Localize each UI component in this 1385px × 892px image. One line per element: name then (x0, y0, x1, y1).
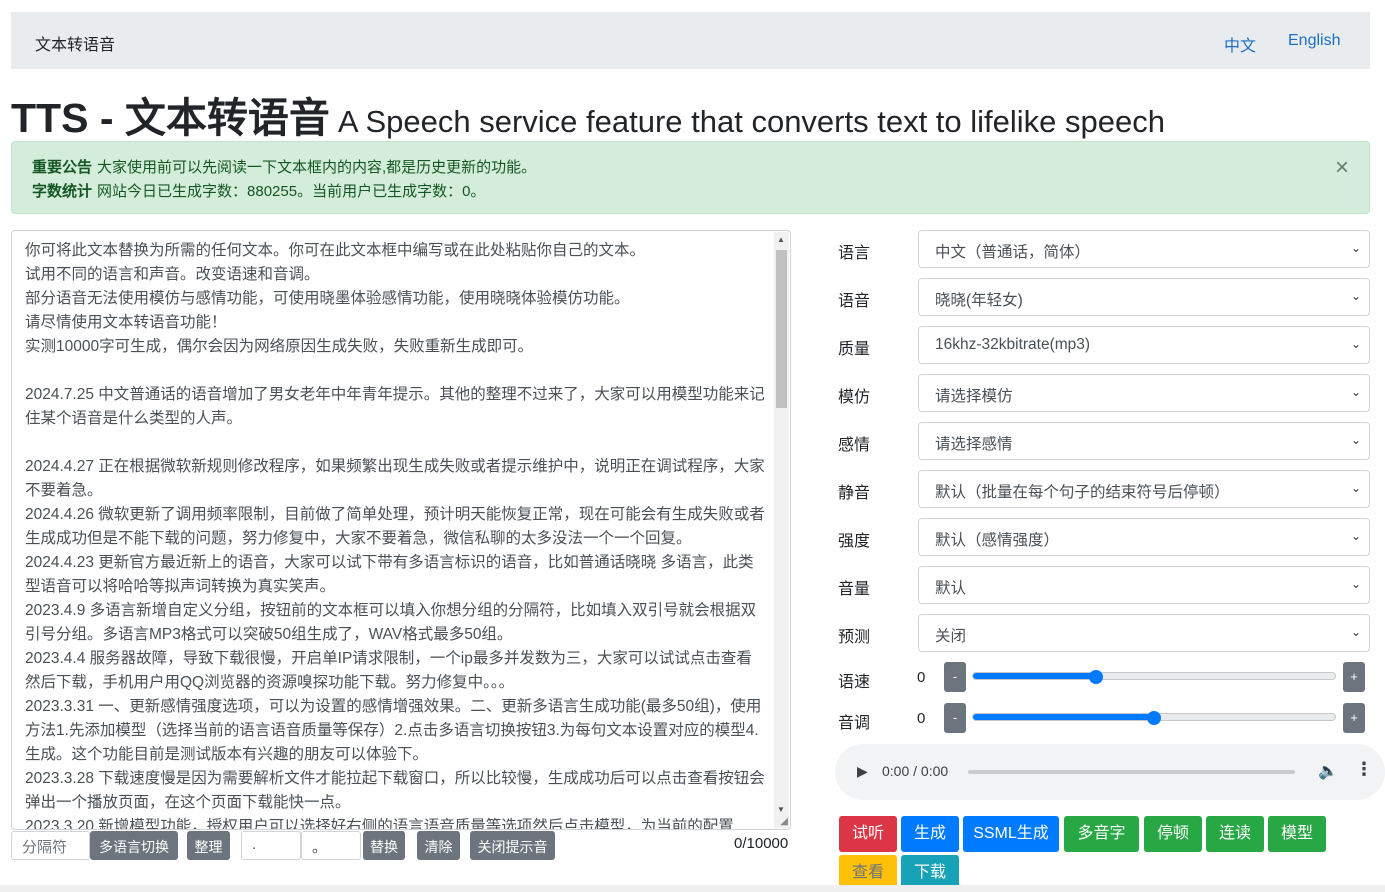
quality-select-value: 16khz-32kbitrate(mp3) (935, 336, 1091, 353)
model-button[interactable]: 模型 (1268, 816, 1326, 852)
language-label: 语言 (838, 245, 871, 262)
voice-label: 语音 (838, 293, 871, 310)
resize-grip-icon[interactable]: ◢ (780, 816, 788, 827)
audio-time: 0:00 / 0:00 (882, 763, 949, 779)
alert-close-button[interactable]: × (1335, 156, 1349, 180)
alert-stats-row: 字数统计 网站今日已生成字数：880255。当前用户已生成字数：0。 (32, 180, 485, 201)
silence-label: 静音 (838, 485, 871, 502)
pitch-value: 0 (917, 710, 926, 727)
silence-select-value: 默认（批量在每个句子的结束符号后停顿） (935, 484, 1230, 501)
rate-slider[interactable] (972, 672, 1336, 680)
play-icon[interactable]: ▶ (857, 763, 868, 780)
page-bottom-edge (0, 885, 1385, 892)
predict-select-value: 关闭 (935, 628, 967, 645)
scroll-up-icon[interactable]: ▲ (777, 235, 785, 244)
ssml-generate-button[interactable]: SSML生成 (963, 816, 1059, 852)
separator-input[interactable]: 分隔符 (11, 831, 90, 860)
imitate-select[interactable]: 请选择模仿 ⌄ (918, 374, 1370, 412)
volume-label: 音量 (838, 581, 871, 598)
chevron-down-icon: ⌄ (1350, 385, 1361, 399)
textarea-scrollbar[interactable]: ▲ ▼ (774, 232, 789, 828)
quality-select[interactable]: 16khz-32kbitrate(mp3) ⌄ (918, 326, 1370, 364)
pitch-slider-thumb[interactable] (1147, 711, 1161, 725)
quality-label: 质量 (838, 341, 871, 358)
scrollbar-thumb[interactable] (776, 250, 787, 408)
audio-progress-bar[interactable] (968, 770, 1295, 774)
pitch-increase-button[interactable]: + (1343, 703, 1365, 733)
navbar-brand[interactable]: 文本转语音 (35, 31, 115, 55)
more-vert-icon[interactable]: ⋮ (1355, 759, 1373, 780)
pitch-label: 音调 (838, 715, 871, 732)
nav-link-chinese[interactable]: 中文 (1224, 32, 1256, 56)
pause-button[interactable]: 停顿 (1144, 816, 1202, 852)
rate-decrease-button[interactable]: - (944, 662, 966, 692)
intensity-select-value: 默认（感情强度） (935, 532, 1060, 549)
chevron-down-icon: ⌄ (1350, 577, 1361, 591)
emotion-select[interactable]: 请选择感情 ⌄ (918, 422, 1370, 460)
text-content[interactable]: 你可将此文本替换为所需的任何文本。你可在此文本框中编写或在此处粘贴你自己的文本。… (25, 239, 765, 829)
multilang-toggle-button[interactable]: 多语言切换 (90, 831, 178, 860)
alert-announcement-row: 重要公告 大家使用前可以先阅读一下文本框内的内容,都是历史更新的功能。 (32, 156, 536, 177)
intensity-select[interactable]: 默认（感情强度） ⌄ (918, 518, 1370, 556)
language-select[interactable]: 中文（普通话，简体） ⌄ (918, 230, 1370, 268)
predict-select[interactable]: 关闭 ⌄ (918, 614, 1370, 652)
chevron-down-icon: ⌄ (1350, 625, 1361, 639)
replace-button[interactable]: 替换 (363, 831, 405, 860)
rate-slider-thumb[interactable] (1088, 670, 1103, 684)
intensity-label: 强度 (838, 533, 871, 550)
rate-slider-fill (973, 673, 1097, 679)
chevron-down-icon: ⌄ (1350, 529, 1361, 543)
nav-link-english[interactable]: English (1288, 32, 1340, 50)
volume-select-value: 默认 (935, 580, 967, 597)
text-input-area[interactable]: 你可将此文本替换为所需的任何文本。你可在此文本框中编写或在此处粘贴你自己的文本。… (11, 230, 791, 830)
chevron-down-icon: ⌄ (1350, 481, 1361, 495)
volume-icon[interactable]: 🔈 (1318, 761, 1338, 781)
pitch-slider-fill (973, 714, 1154, 720)
scroll-down-icon[interactable]: ▼ (777, 805, 785, 814)
alert-announcement-label: 重要公告 (32, 159, 93, 176)
tidy-button[interactable]: 整理 (187, 831, 230, 860)
chevron-down-icon: ⌄ (1350, 337, 1361, 351)
polyphone-button[interactable]: 多音字 (1064, 816, 1139, 852)
alert-stats-text: 网站今日已生成字数：880255。当前用户已生成字数：0。 (97, 183, 486, 200)
char-counter: 0/10000 (734, 835, 789, 852)
clear-button[interactable]: 清除 (417, 831, 460, 860)
language-select-value: 中文（普通话，简体） (935, 244, 1091, 261)
navbar: 文本转语音 中文 English (11, 12, 1370, 69)
alert-announcement-text: 大家使用前可以先阅读一下文本框内的内容,都是历史更新的功能。 (97, 159, 537, 176)
audio-player[interactable]: ▶ 0:00 / 0:00 🔈 ⋮ (835, 744, 1385, 800)
predict-label: 预测 (838, 629, 871, 646)
rate-value: 0 (917, 669, 926, 686)
emotion-select-value: 请选择感情 (935, 436, 1013, 453)
announcement-alert: 重要公告 大家使用前可以先阅读一下文本框内的内容,都是历史更新的功能。 字数统计网… (11, 141, 1370, 214)
page-title: TTS - 文本转语音 A Speech service feature that… (11, 84, 1165, 144)
imitate-select-value: 请选择模仿 (935, 388, 1013, 405)
imitate-label: 模仿 (838, 389, 871, 406)
chevron-down-icon: ⌄ (1350, 289, 1361, 303)
liaison-button[interactable]: 连读 (1206, 816, 1264, 852)
silence-select[interactable]: 默认（批量在每个句子的结束符号后停顿） ⌄ (918, 470, 1370, 508)
page-subtitle: A Speech service feature that converts t… (337, 104, 1165, 139)
rate-increase-button[interactable]: + (1343, 662, 1365, 692)
replace-to-input[interactable]: 。 (301, 831, 361, 860)
chevron-down-icon: ⌄ (1350, 241, 1361, 255)
alert-stats-label: 字数统计 (32, 183, 93, 200)
close-tip-sound-button[interactable]: 关闭提示音 (470, 831, 555, 860)
listen-button[interactable]: 试听 (839, 816, 897, 852)
emotion-label: 感情 (838, 437, 871, 454)
replace-from-input[interactable]: . (241, 831, 301, 860)
rate-label: 语速 (838, 674, 871, 691)
voice-select-value: 晓晓(年轻女) (935, 292, 1023, 309)
volume-select[interactable]: 默认 ⌄ (918, 566, 1370, 604)
pitch-decrease-button[interactable]: - (944, 703, 966, 733)
voice-select[interactable]: 晓晓(年轻女) ⌄ (918, 278, 1370, 316)
generate-button[interactable]: 生成 (901, 816, 959, 852)
page-title-main: TTS - 文本转语音 (11, 95, 330, 141)
chevron-down-icon: ⌄ (1350, 433, 1361, 447)
